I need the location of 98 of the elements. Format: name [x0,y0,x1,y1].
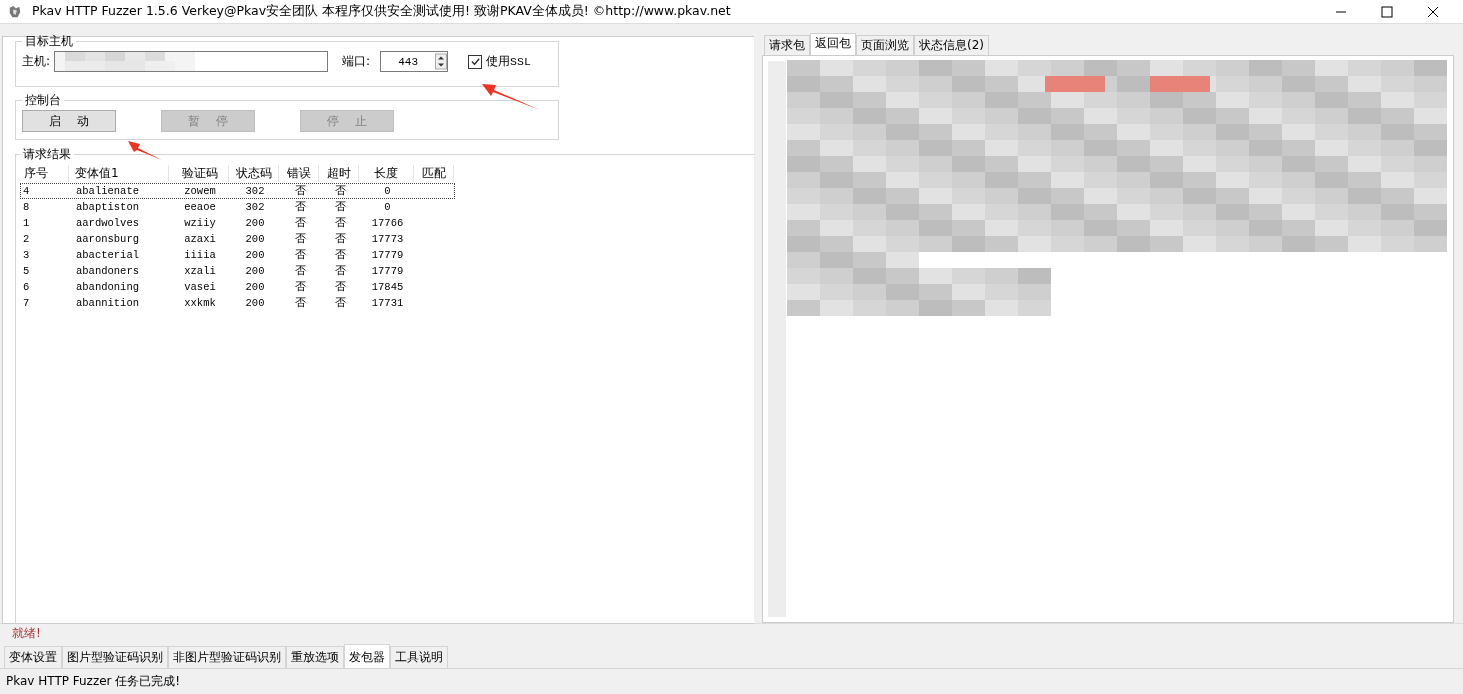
status-bar-text: Pkav HTTP Fuzzer 任务已完成! [6,672,181,690]
table-cell-text: 3 [22,249,31,261]
table-cell-text: xzali [183,265,217,277]
table-cell-text: 200 [244,233,266,245]
result-row[interactable]: 1 aardwolves wziiy 200 否 否 17766 [20,215,455,231]
table-cell-text: 否 [333,280,347,294]
host-label: 主机: [22,53,51,70]
table-cell-text: 2 [22,233,31,245]
table-cell-text: 否 [333,296,347,310]
table-cell-text: 0 [383,201,392,213]
column-header[interactable]: 验证码 [169,164,229,182]
column-header[interactable]: 匹配 [414,164,454,182]
table-cell-text: 否 [333,248,347,262]
table-cell-text: 200 [244,217,266,229]
result-row[interactable]: 7 abannition xxkmk 200 否 否 17731 [20,295,455,311]
table-cell-text: 7 [22,297,31,309]
result-row[interactable]: 2 aaronsburg azaxi 200 否 否 17773 [20,231,455,247]
column-header[interactable]: 序号 [20,164,69,182]
table-cell-text: 200 [244,249,266,261]
table-cell-text: 否 [293,280,307,294]
column-header[interactable]: 状态码 [229,164,279,182]
maximize-icon[interactable] [1381,5,1393,18]
tab[interactable]: 页面浏览 [856,35,914,55]
table-cell-text: 否 [293,200,307,214]
app-icon [8,4,22,19]
table-cell-text: zowem [183,185,217,197]
checkbox-square[interactable] [468,54,483,69]
group-title: 目标主机 [24,33,74,50]
start-button[interactable]: 启 动 [22,110,116,132]
table-cell-text: 否 [293,264,307,278]
table-cell-text: 否 [293,248,307,262]
table-cell-text: abandoning [75,281,140,293]
tab[interactable]: 请求包 [764,35,810,55]
table-cell-text: 200 [244,265,266,277]
column-header[interactable]: 错误 [279,164,319,182]
table-cell-text: 17845 [370,281,405,293]
table-cell-text: 1 [22,217,31,229]
table-cell-text: xxkmk [183,297,217,309]
table-cell-text: azaxi [183,233,217,245]
table-cell-text: 8 [22,201,31,213]
table-cell-text: vasei [183,281,217,293]
tab[interactable]: 状态信息(2) [914,35,989,55]
port-label: 端口: [342,53,371,70]
tab[interactable]: 图片型验证码识别 [62,646,168,668]
group-title: 请求结果 [22,146,72,163]
table-cell-text: abalienate [75,185,140,197]
table-cell-text: 6 [22,281,31,293]
result-row[interactable]: 4 abalienate zowem 302 否 否 0 [20,183,455,199]
table-cell-text: 否 [333,232,347,246]
table-cell-text: abacterial [75,249,140,261]
spin-arrows-icon[interactable] [435,53,448,70]
table-cell-text: wziiy [183,217,217,229]
host-field[interactable] [54,51,329,72]
window-title: Pkav HTTP Fuzzer 1.5.6 Verkey@Pkav安全团队 本程序仅供安全测试使用! 致谢PKAV全体成员! ©http://www.pkav.net [32,3,731,20]
tab[interactable]: 重放选项 [286,646,344,668]
tab[interactable]: 发包器 [344,644,390,668]
table-cell-text: 否 [293,232,307,246]
table-cell-text: 302 [244,201,266,213]
table-cell-text: 200 [244,281,266,293]
ssl-checkbox[interactable]: 使用SSL [468,54,531,69]
table-cell-text: 17779 [370,249,405,261]
tab[interactable]: 返回包 [810,33,856,55]
table-cell-text: 否 [333,184,347,198]
table-cell-text: 0 [383,185,392,197]
table-cell-text: aaronsburg [75,233,140,245]
group-title: 控制台 [24,92,62,109]
table-cell-text: abannition [75,297,140,309]
table-cell-text: 否 [293,296,307,310]
table-cell-text: 17773 [370,233,405,245]
table-cell-text: 5 [22,265,31,277]
table-cell-text: 17731 [370,297,405,309]
table-cell-text: aardwolves [75,217,140,229]
table-cell-text: 否 [293,216,307,230]
result-row[interactable]: 6 abandoning vasei 200 否 否 17845 [20,279,455,295]
table-cell-text: abaptiston [75,201,140,213]
result-row[interactable]: 3 abacterial iiiia 200 否 否 17779 [20,247,455,263]
result-row[interactable]: 8 abaptiston eeaoe 302 否 否 0 [20,199,455,215]
column-header[interactable]: 变体值1 [69,164,169,182]
table-cell-text: 302 [244,185,266,197]
close-icon[interactable] [1427,5,1439,18]
table-cell-text: 17766 [370,217,405,229]
tab[interactable]: 变体设置 [4,646,62,668]
column-header[interactable]: 长度 [359,164,414,182]
column-header[interactable]: 超时 [319,164,359,182]
table-cell-text: eeaoe [183,201,217,213]
table-cell-text: 否 [333,200,347,214]
table-cell-text: 4 [22,185,31,197]
table-cell-text: 200 [244,297,266,309]
tab[interactable]: 工具说明 [390,646,448,668]
result-row[interactable]: 5 abandoners xzali 200 否 否 17779 [20,263,455,279]
tab[interactable]: 非图片型验证码识别 [168,646,286,668]
table-cell-text: 否 [293,184,307,198]
table-cell-text: 否 [333,216,347,230]
table-cell-text: 17779 [370,265,405,277]
port-spinner[interactable]: 443 [380,51,449,72]
table-cell-text: iiiia [183,249,217,261]
table-cell-text: 否 [333,264,347,278]
table-cell-text: abandoners [75,265,140,277]
